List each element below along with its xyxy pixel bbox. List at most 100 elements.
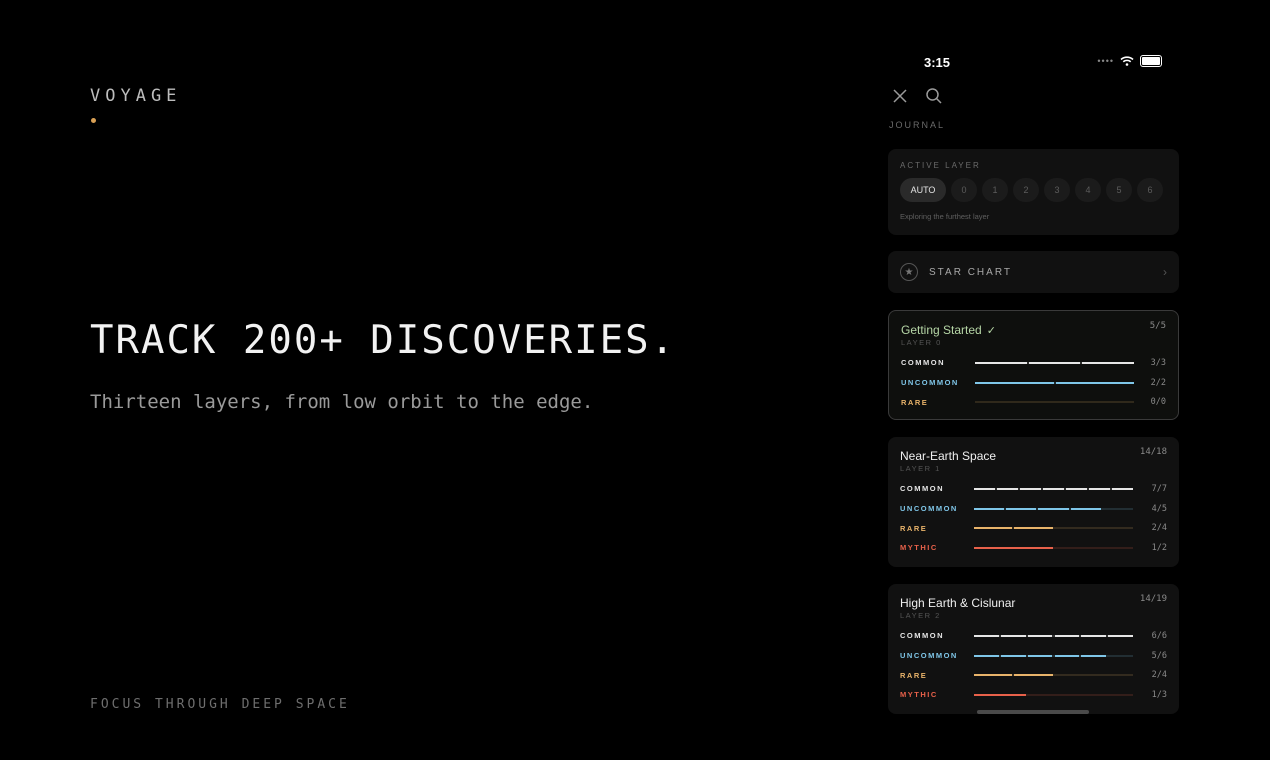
progress-segment	[1081, 634, 1107, 637]
progress-bar	[974, 654, 1133, 657]
rarity-row-uncommon: UNCOMMON 5/6	[900, 646, 1167, 666]
progress-bar	[974, 507, 1133, 510]
card-layer: LAYER 0	[901, 338, 942, 347]
status-time: 3:15	[924, 55, 951, 70]
layer-chip-2[interactable]: 2	[1013, 178, 1039, 202]
progress-segment	[974, 674, 1013, 677]
card-layer: LAYER 1	[900, 464, 941, 473]
progress-segment	[1014, 527, 1053, 530]
footer-tagline: FOCUS THROUGH DEEP SPACE	[90, 697, 350, 712]
status-icons: ••••	[1097, 55, 1162, 67]
progress-bar	[975, 401, 1134, 404]
battery-icon	[1140, 55, 1162, 67]
progress-segment	[1043, 487, 1064, 490]
layer-chip-6[interactable]: 6	[1137, 178, 1163, 202]
progress-segment	[1006, 507, 1037, 510]
layer-chip-3[interactable]: 3	[1044, 178, 1070, 202]
rarity-row-rare: RARE 0/0	[901, 392, 1166, 412]
rarity-label: COMMON	[900, 631, 944, 641]
progress-segment	[1038, 507, 1069, 510]
progress-segment	[1089, 487, 1110, 490]
progress-segment	[1000, 654, 1026, 657]
progress-segment	[1082, 361, 1134, 364]
rarity-row-mythic: MYTHIC 1/3	[900, 685, 1167, 705]
progress-segment	[1028, 361, 1081, 364]
card-title: High Earth & Cislunar	[900, 596, 1016, 610]
progress-segment	[974, 634, 999, 637]
close-icon[interactable]	[890, 86, 910, 106]
rarity-count: 2/2	[1150, 377, 1166, 388]
progress-bar	[974, 634, 1133, 637]
layer-chip-auto[interactable]: AUTO	[900, 178, 946, 202]
rarity-label: COMMON	[901, 358, 945, 368]
progress-segment	[1054, 654, 1080, 657]
progress-segment	[974, 487, 995, 490]
card-count: 5/5	[1149, 321, 1166, 331]
rarity-label: UNCOMMON	[901, 378, 959, 388]
rarity-row-uncommon: UNCOMMON 4/5	[900, 499, 1167, 519]
layer-chips: AUTO 0 1 2 3 4 5 6	[900, 178, 1167, 202]
layer-chip-5[interactable]: 5	[1106, 178, 1132, 202]
progress-bar	[975, 361, 1134, 364]
rarity-count: 3/3	[1150, 357, 1166, 368]
home-indicator[interactable]	[977, 710, 1089, 714]
rarity-row-common: COMMON 6/6	[900, 626, 1167, 646]
progress-bar	[974, 546, 1133, 549]
progress-segment	[1054, 634, 1080, 637]
discovery-card-layer-1[interactable]: Near-Earth Space 14/18 LAYER 1 COMMON 7/…	[888, 437, 1179, 567]
progress-segment	[974, 527, 1013, 530]
rarity-count: 6/6	[1151, 630, 1167, 641]
section-title: JOURNAL	[889, 120, 946, 130]
progress-segment	[1014, 674, 1053, 677]
rarity-row-common: COMMON 7/7	[900, 479, 1167, 499]
active-layer-label: ACTIVE LAYER	[900, 161, 981, 170]
card-title: Getting Started	[901, 323, 982, 337]
card-count: 14/19	[1139, 594, 1167, 604]
layer-chip-4[interactable]: 4	[1075, 178, 1101, 202]
progress-segment	[1020, 487, 1041, 490]
wifi-icon	[1120, 56, 1134, 66]
progress-bar	[974, 693, 1133, 696]
headline: TRACK 200+ DISCOVERIES.	[90, 318, 677, 363]
progress-segment	[974, 693, 1026, 696]
card-layer: LAYER 2	[900, 611, 941, 620]
card-count: 14/18	[1139, 447, 1167, 457]
star-chart-button[interactable]: ★ STAR CHART ›	[888, 251, 1179, 293]
active-layer-card: ACTIVE LAYER AUTO 0 1 2 3 4 5 6 Explorin…	[888, 149, 1179, 235]
rarity-label: RARE	[900, 523, 928, 533]
layer-chip-0[interactable]: 0	[951, 178, 977, 202]
rarity-label: UNCOMMON	[900, 504, 958, 514]
rarity-count: 1/3	[1151, 689, 1167, 700]
search-icon[interactable]	[924, 86, 944, 106]
card-title: Near-Earth Space	[900, 449, 997, 463]
rarity-count: 5/6	[1151, 650, 1167, 661]
brand-wordmark: VOYAGE	[90, 86, 182, 106]
progress-segment	[1027, 634, 1053, 637]
progress-segment	[975, 361, 1027, 364]
rarity-row-common: COMMON 3/3	[901, 353, 1166, 373]
check-icon: ✓	[986, 325, 996, 337]
discovery-card-layer-2[interactable]: High Earth & Cislunar 14/19 LAYER 2 COMM…	[888, 584, 1179, 714]
progress-segment	[1081, 654, 1107, 657]
layer-chip-1[interactable]: 1	[982, 178, 1008, 202]
rarity-count: 0/0	[1150, 397, 1166, 408]
star-chart-label: STAR CHART	[929, 266, 1012, 278]
signal-icon: ••••	[1097, 56, 1114, 66]
progress-segment	[975, 381, 1054, 384]
progress-segment	[974, 507, 1005, 510]
chevron-right-icon: ›	[1163, 265, 1167, 279]
progress-segment	[997, 487, 1018, 490]
rarity-label: MYTHIC	[900, 543, 938, 553]
rarity-label: RARE	[901, 397, 929, 407]
progress-track	[975, 401, 1134, 404]
discovery-card-layer-0[interactable]: Getting Started ✓ 5/5 LAYER 0 COMMON 3/3 …	[888, 310, 1179, 420]
progress-segment	[1027, 654, 1053, 657]
rarity-label: MYTHIC	[900, 690, 938, 700]
progress-segment	[1066, 487, 1087, 490]
star-icon: ★	[900, 263, 918, 281]
rarity-label: COMMON	[900, 484, 944, 494]
progress-segment	[974, 546, 1053, 549]
progress-segment	[1000, 634, 1026, 637]
progress-segment	[1055, 381, 1134, 384]
rarity-count: 2/4	[1151, 670, 1167, 681]
